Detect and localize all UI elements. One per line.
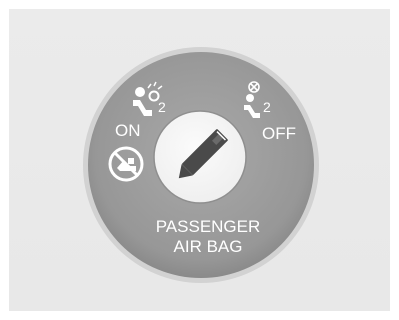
airbag-switch-graphic: 2 ON 2 OFF PASSENGER AIR BAG — [83, 47, 319, 283]
image-frame: 2 ON 2 OFF PASSENGER AIR BAG — [0, 0, 399, 320]
off-label: OFF — [262, 124, 296, 143]
off-icon-subscript: 2 — [263, 99, 271, 115]
airbag-label: AIR BAG — [174, 237, 243, 256]
on-label: ON — [115, 121, 141, 140]
on-icon-subscript: 2 — [158, 99, 166, 115]
passenger-label: PASSENGER — [156, 217, 261, 236]
